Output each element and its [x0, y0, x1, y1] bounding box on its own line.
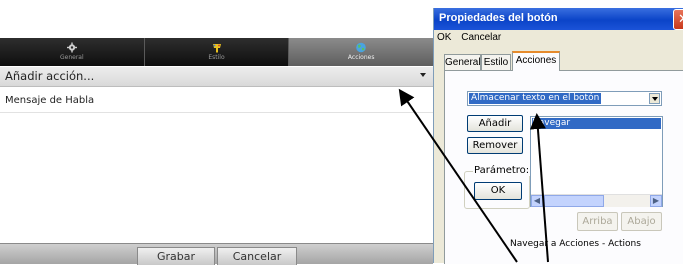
arrow-to-dropdown	[398, 88, 518, 263]
annotation-arrows	[398, 88, 549, 263]
arrow-to-list	[529, 113, 549, 263]
tab-actions[interactable]: Acciones	[512, 51, 560, 71]
